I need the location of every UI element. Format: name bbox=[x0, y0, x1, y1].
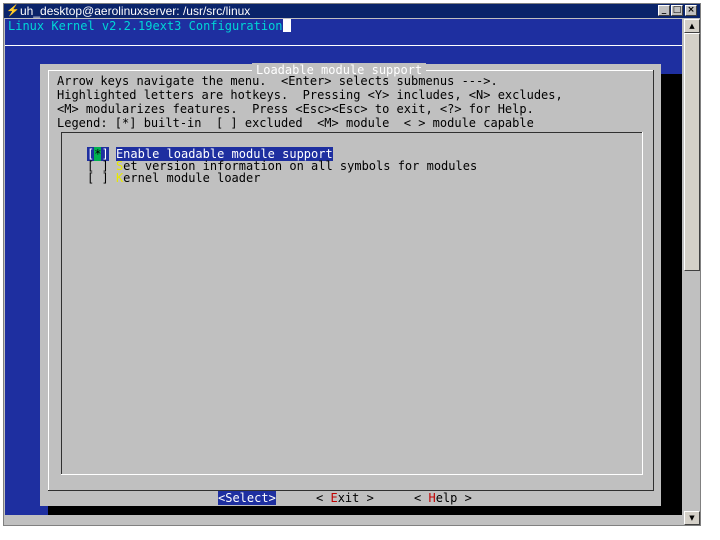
close-button[interactable]: × bbox=[685, 5, 697, 16]
terminal-screen[interactable]: Linux Kernel v2.2.19ext3 Configuration L… bbox=[5, 19, 682, 525]
menu-box-bottom bbox=[61, 474, 643, 475]
bottom-strip bbox=[5, 515, 682, 525]
exit-button-bracket: < bbox=[316, 491, 331, 505]
header-rule bbox=[5, 45, 682, 46]
help-line: Highlighted letters are hotkeys. Pressin… bbox=[57, 88, 563, 102]
exit-button[interactable]: < Exit > bbox=[316, 491, 374, 505]
help-button[interactable]: < Help > bbox=[414, 491, 472, 505]
select-button[interactable]: <Select> bbox=[218, 491, 276, 505]
menu-box-right bbox=[642, 132, 643, 475]
exit-button-label: xit > bbox=[337, 491, 374, 505]
hotkey-letter: E bbox=[330, 491, 338, 505]
text-cursor bbox=[282, 19, 291, 32]
terminal-window: ⚡ uh_desktop@aerolinuxserver: /usr/src/l… bbox=[3, 3, 701, 526]
help-button-bracket: < bbox=[414, 491, 429, 505]
menu-box-top bbox=[61, 132, 643, 133]
help-text: Arrow keys navigate the menu. <Enter> se… bbox=[57, 74, 563, 130]
menu-box-left bbox=[61, 132, 62, 475]
help-line: Arrow keys navigate the menu. <Enter> se… bbox=[57, 74, 498, 88]
menuconfig-dialog: Loadable module support Arrow keys navig… bbox=[40, 63, 661, 507]
scrollbar-thumb[interactable] bbox=[684, 33, 700, 271]
help-button-label: elp > bbox=[435, 491, 472, 505]
scroll-up-arrow-icon[interactable]: ▲ bbox=[684, 19, 700, 33]
config-header-title: Linux Kernel v2.2.19ext3 Configuration bbox=[8, 19, 291, 33]
dialog-frame-left bbox=[48, 70, 49, 491]
menu-item-kernel-module-loader[interactable]: [ ] Kernel module loader bbox=[87, 171, 260, 185]
window-titlebar[interactable]: ⚡ uh_desktop@aerolinuxserver: /usr/src/l… bbox=[4, 4, 700, 18]
minimize-button[interactable]: _ bbox=[658, 5, 670, 16]
dialog-frame-right bbox=[653, 70, 654, 491]
menu-item-label: ernel module loader bbox=[123, 171, 261, 185]
hotkey-letter: H bbox=[428, 491, 436, 505]
help-line: <M> modularizes features. Press <Esc><Es… bbox=[57, 102, 534, 116]
maximize-button[interactable]: □ bbox=[671, 5, 683, 16]
dialog-shadow-right bbox=[661, 74, 682, 519]
dialog-button-bar: <Select> < Exit > < Help > bbox=[40, 489, 661, 507]
window-title: uh_desktop@aerolinuxserver: /usr/src/lin… bbox=[20, 4, 251, 18]
putty-app-icon[interactable]: ⚡ bbox=[6, 5, 20, 17]
scroll-down-arrow-icon[interactable]: ▼ bbox=[684, 511, 700, 525]
status-block bbox=[5, 506, 35, 515]
help-line: Legend: [*] built-in [ ] excluded <M> mo… bbox=[57, 116, 534, 130]
vertical-scrollbar[interactable]: ▲ ▼ bbox=[684, 19, 700, 525]
